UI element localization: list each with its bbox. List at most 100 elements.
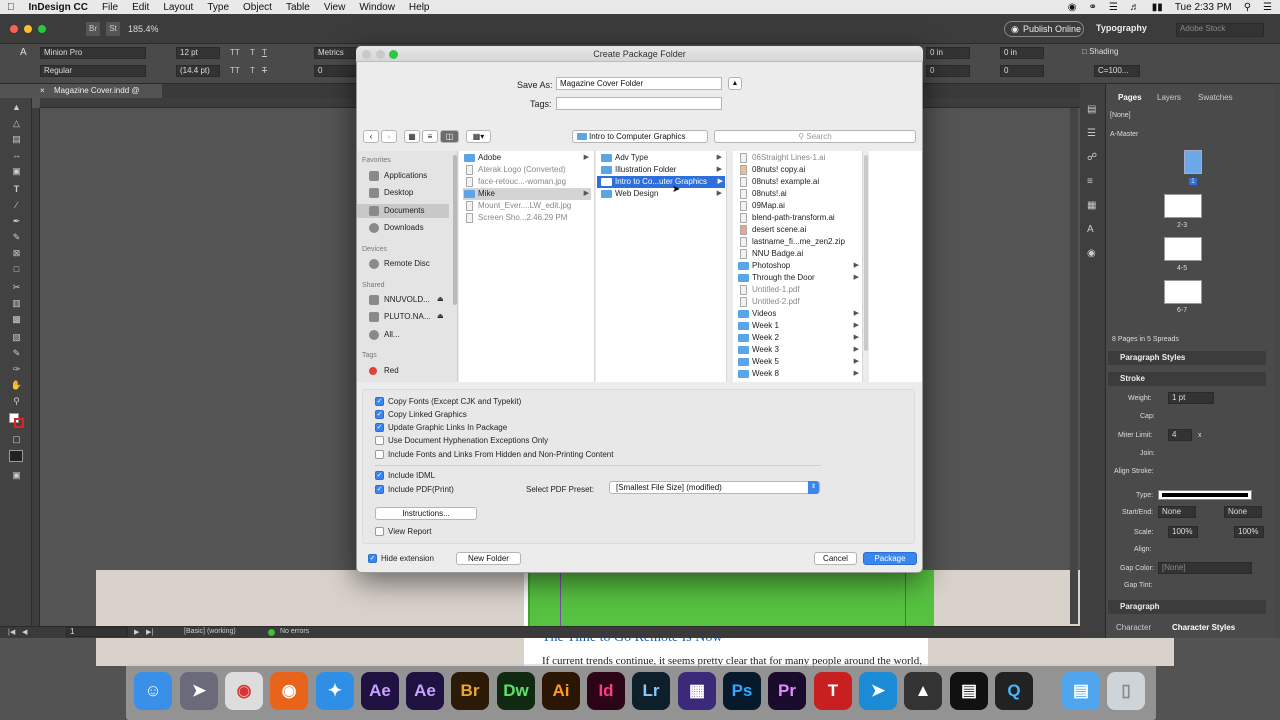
- list-item[interactable]: blend-path-transform.ai: [737, 212, 861, 224]
- list-item[interactable]: Photoshop ▶: [737, 260, 861, 272]
- spotlight-icon[interactable]: ⚲: [1244, 2, 1251, 13]
- list-item[interactable]: 08nuts! example.ai: [737, 176, 861, 188]
- preflight-errors[interactable]: No errors: [280, 628, 309, 635]
- lightroom-icon[interactable]: Lr: [632, 672, 670, 710]
- list-item-selected[interactable]: Intro to Co...uter Graphics ▶: [597, 176, 725, 188]
- list-item[interactable]: Through the Door ▶: [737, 272, 861, 284]
- dialog-search-field[interactable]: ⚲ Search: [714, 130, 916, 143]
- gap-color-field[interactable]: [None]: [1158, 562, 1252, 574]
- note-tool-icon[interactable]: ✎: [10, 348, 23, 359]
- font-style-field[interactable]: Regular: [40, 65, 146, 77]
- eyedropper-tool-icon[interactable]: ✑: [10, 364, 23, 375]
- forward-button[interactable]: ›: [381, 130, 397, 143]
- pencil-tool-icon[interactable]: ✎: [10, 232, 23, 243]
- save-as-input[interactable]: Magazine Cover Folder: [556, 77, 722, 90]
- paragraph-styles-panel-header[interactable]: Paragraph Styles: [1108, 351, 1266, 365]
- copy-fonts-checkbox[interactable]: ✓ Copy Fonts (Except CJK and Typekit): [375, 396, 521, 407]
- after-effects-icon[interactable]: Ae: [361, 672, 399, 710]
- cc-libraries-panel-icon[interactable]: ◉: [1087, 248, 1096, 259]
- zoom-level[interactable]: 185.4%: [128, 24, 159, 34]
- list-item[interactable]: desert scene.ai: [737, 224, 861, 236]
- hyphenation-checkbox[interactable]: Use Document Hyphenation Exceptions Only: [375, 435, 548, 446]
- list-item[interactable]: face-retouc...-woman.jpg: [463, 176, 591, 188]
- right-indent-field[interactable]: 0 in: [1000, 47, 1044, 59]
- copy-linked-graphics-checkbox[interactable]: ✓ Copy Linked Graphics: [375, 409, 467, 420]
- list-item[interactable]: Aterak Logo (Converted): [463, 164, 591, 176]
- normal-view-mode-icon[interactable]: [9, 450, 23, 462]
- hand-tool-icon[interactable]: ✋: [10, 380, 23, 391]
- new-folder-button[interactable]: New Folder: [456, 552, 521, 565]
- menu-table[interactable]: Table: [279, 2, 317, 13]
- stroke-panel-header[interactable]: Stroke: [1108, 372, 1266, 386]
- formatting-affects-container-icon[interactable]: ▢: [10, 434, 23, 445]
- list-view-button[interactable]: ≡: [422, 130, 438, 143]
- tab-layers[interactable]: Layers: [1157, 93, 1181, 102]
- menu-edit[interactable]: Edit: [125, 2, 156, 13]
- scissors-tool-icon[interactable]: ✂: [10, 282, 23, 293]
- dialog-close-button[interactable]: [362, 50, 371, 59]
- page-thumbnail-4-5[interactable]: [1164, 237, 1202, 261]
- collapse-browser-button[interactable]: ▲: [728, 77, 742, 90]
- back-button[interactable]: ‹: [363, 130, 379, 143]
- downloads-folder-icon[interactable]: ▤: [1062, 672, 1100, 710]
- menu-type[interactable]: Type: [200, 2, 236, 13]
- launchpad-icon[interactable]: ➤: [180, 672, 218, 710]
- pen-tool-icon[interactable]: ✒: [10, 216, 23, 227]
- paragraph-panel-header[interactable]: Paragraph: [1108, 600, 1266, 614]
- selection-tool-icon[interactable]: ▲: [10, 102, 23, 113]
- list-item[interactable]: Adobe ▶: [463, 152, 591, 164]
- cancel-button[interactable]: Cancel: [814, 552, 857, 565]
- wifi-icon[interactable]: ☰: [1109, 2, 1118, 13]
- update-links-checkbox[interactable]: ✓ Update Graphic Links In Package: [375, 422, 507, 433]
- list-item[interactable]: Week 3 ▶: [737, 344, 861, 356]
- tracking-field[interactable]: 0: [314, 65, 358, 77]
- bridge-button[interactable]: Br: [86, 22, 100, 36]
- miter-limit-field[interactable]: 4: [1168, 429, 1192, 441]
- chrome-icon[interactable]: ◉: [225, 672, 263, 710]
- media-encoder-icon[interactable]: ▦: [678, 672, 716, 710]
- finder-icon[interactable]: ☺: [134, 672, 172, 710]
- a-master[interactable]: A-Master: [1110, 131, 1138, 138]
- screen-mode-icon[interactable]: ▣: [10, 470, 23, 481]
- type-tool-icon[interactable]: T: [10, 184, 23, 195]
- font-size-field[interactable]: 12 pt: [176, 47, 220, 59]
- photoshop-icon[interactable]: Ps: [723, 672, 761, 710]
- quicktime-icon[interactable]: Q: [995, 672, 1033, 710]
- subscript-button[interactable]: T: [250, 66, 255, 75]
- space-after-field[interactable]: 0: [1000, 65, 1044, 77]
- after-effects-icon-2[interactable]: Ae: [406, 672, 444, 710]
- list-item[interactable]: Week 2 ▶: [737, 332, 861, 344]
- shading-checkbox[interactable]: □ Shading: [1082, 47, 1118, 56]
- sidebar-item-desktop[interactable]: Desktop: [367, 187, 457, 199]
- list-item[interactable]: Untitled-2.pdf: [737, 296, 861, 308]
- premiere-icon[interactable]: Pr: [768, 672, 806, 710]
- instructions-button[interactable]: Instructions...: [375, 507, 477, 520]
- font-family-field[interactable]: Minion Pro: [40, 47, 146, 59]
- first-spread-button[interactable]: |◀: [8, 628, 15, 636]
- leading-field[interactable]: (14.4 pt): [176, 65, 220, 77]
- sidebar-item-pluto[interactable]: PLUTO.NA... ⏏: [367, 311, 457, 323]
- none-master[interactable]: [None]: [1110, 112, 1131, 119]
- migration-icon[interactable]: ➤: [859, 672, 897, 710]
- page-thumbnail-6-7[interactable]: [1164, 280, 1202, 304]
- list-item[interactable]: NNU Badge.ai: [737, 248, 861, 260]
- rectangle-tool-icon[interactable]: □: [10, 264, 23, 275]
- sidebar-item-all[interactable]: All...: [367, 329, 457, 341]
- include-idml-checkbox[interactable]: ✓ Include IDML: [375, 470, 435, 481]
- sidebar-item-documents[interactable]: Documents: [367, 205, 457, 217]
- stroke-panel-icon[interactable]: ≡: [1087, 176, 1093, 187]
- list-item[interactable]: Screen Sho...2.46.29 PM: [463, 212, 591, 224]
- all-caps-button[interactable]: TT: [230, 48, 240, 57]
- page-tool-icon[interactable]: ▤: [10, 134, 23, 145]
- sidebar-item-nnuvold[interactable]: NNUVOLD... ⏏: [367, 294, 457, 306]
- clock[interactable]: Tue 2:33 PM: [1175, 2, 1232, 13]
- vertical-ruler[interactable]: [32, 108, 40, 626]
- include-pdf-checkbox[interactable]: ✓ Include PDF(Print): [375, 484, 454, 495]
- stroke-type-dropdown[interactable]: [1158, 490, 1252, 500]
- list-item[interactable]: Illustration Folder ▶: [600, 164, 724, 176]
- sidebar-scrollbar[interactable]: [453, 155, 457, 305]
- column-scrollbar[interactable]: [864, 155, 868, 351]
- glyphs-panel-icon[interactable]: A: [1087, 224, 1094, 235]
- bridge-icon[interactable]: Br: [451, 672, 489, 710]
- eject-icon[interactable]: ⏏: [437, 294, 444, 306]
